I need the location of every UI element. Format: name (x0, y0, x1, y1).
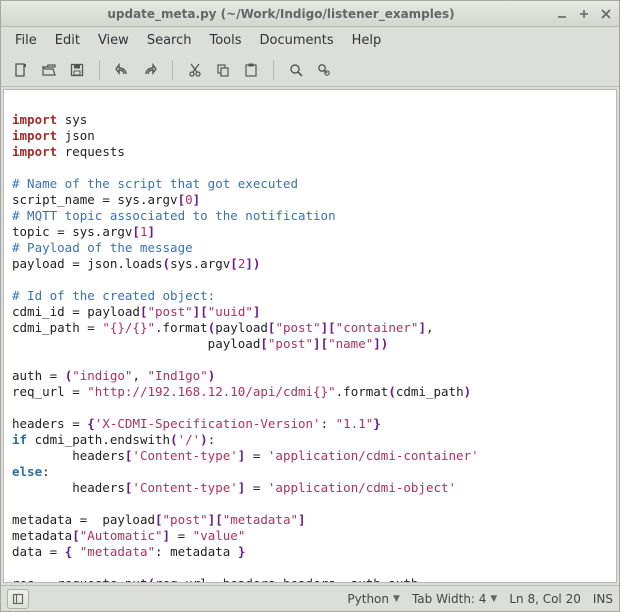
menu-search[interactable]: Search (139, 30, 200, 51)
menu-file[interactable]: File (7, 30, 45, 51)
menu-tools[interactable]: Tools (201, 30, 249, 51)
language-selector[interactable]: Python ▼ (347, 592, 400, 606)
toolbar-separator (99, 60, 100, 80)
cut-icon[interactable] (183, 58, 207, 82)
chevron-down-icon: ▼ (490, 594, 497, 604)
language-label: Python (347, 592, 389, 606)
statusbar: Python ▼ Tab Width: 4 ▼ Ln 8, Col 20 INS (1, 585, 619, 611)
app-window: update_meta.py (~/Work/Indigo/listener_e… (0, 0, 620, 612)
window-title: update_meta.py (~/Work/Indigo/listener_e… (7, 7, 555, 21)
paste-icon[interactable] (239, 58, 263, 82)
redo-icon[interactable] (138, 58, 162, 82)
menu-documents[interactable]: Documents (252, 30, 342, 51)
titlebar: update_meta.py (~/Work/Indigo/listener_e… (1, 1, 619, 27)
copy-icon[interactable] (211, 58, 235, 82)
open-icon[interactable] (37, 58, 61, 82)
cursor-position: Ln 8, Col 20 (509, 592, 581, 606)
toolbar (1, 53, 619, 87)
menu-help[interactable]: Help (344, 30, 390, 51)
maximize-icon[interactable] (577, 7, 591, 21)
sidepanel-toggle-icon[interactable] (7, 589, 29, 609)
tabwidth-selector[interactable]: Tab Width: 4 ▼ (412, 592, 497, 606)
new-file-icon[interactable] (9, 58, 33, 82)
undo-icon[interactable] (110, 58, 134, 82)
find-icon[interactable] (284, 58, 308, 82)
menu-view[interactable]: View (90, 30, 137, 51)
toolbar-separator (273, 60, 274, 80)
menu-edit[interactable]: Edit (47, 30, 88, 51)
window-controls (555, 7, 613, 21)
minimize-icon[interactable] (555, 7, 569, 21)
tabwidth-label: Tab Width: 4 (412, 592, 486, 606)
close-icon[interactable] (599, 7, 613, 21)
chevron-down-icon: ▼ (393, 594, 400, 604)
find-replace-icon[interactable] (312, 58, 336, 82)
toolbar-separator (172, 60, 173, 80)
menubar: FileEditViewSearchToolsDocumentsHelp (1, 27, 619, 53)
code-editor[interactable]: import sys import json import requests #… (3, 89, 617, 583)
insert-mode: INS (593, 592, 613, 606)
save-icon[interactable] (65, 58, 89, 82)
